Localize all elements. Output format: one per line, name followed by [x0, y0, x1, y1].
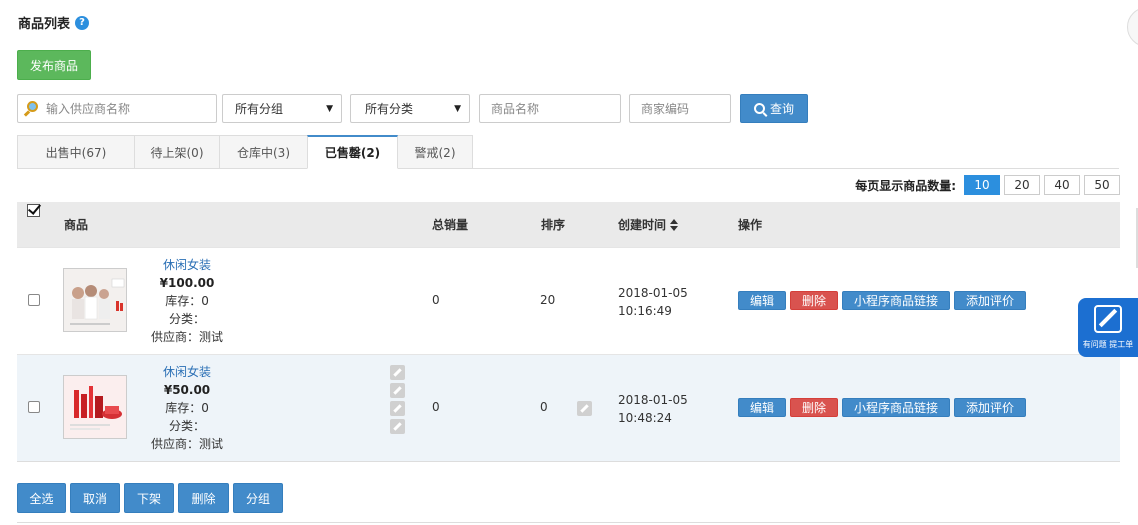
query-button-label: 查询 [769, 102, 794, 116]
add-review-button[interactable]: 添加评价 [954, 398, 1027, 417]
product-thumbnail[interactable] [63, 268, 127, 332]
tab-alert[interactable]: 警戒(2) [397, 135, 473, 169]
product-category: 分类： [169, 419, 206, 433]
created-time: 2018-01-05 10:16:49 [618, 284, 688, 320]
page-size-option[interactable]: 20 [1004, 175, 1040, 195]
header-product: 商品 [64, 218, 89, 232]
page-size-option[interactable]: 10 [964, 175, 1000, 195]
row-checkbox[interactable] [28, 401, 40, 413]
product-supplier: 供应商：测试 [151, 330, 224, 344]
product-info: 休闲女装 ¥50.00 库存：0 分类： 供应商：测试 [151, 363, 223, 453]
sort-icon [670, 218, 679, 231]
created-date: 2018-01-05 [618, 393, 688, 407]
product-info: 休闲女装 ¥100.00 库存：0 分类： 供应商：测试 [151, 256, 223, 346]
sort-order: 20 [540, 293, 556, 307]
page-title: 商品列表 ? [18, 13, 90, 32]
header-created-label: 创建时间 [618, 218, 667, 232]
select-all-button[interactable]: 全选 [17, 483, 66, 513]
footer-divider [17, 522, 1120, 523]
row-checkbox[interactable] [28, 294, 40, 306]
edit-button[interactable]: 编辑 [738, 291, 787, 310]
created-clock: 10:16:49 [618, 304, 672, 318]
created-date: 2018-01-05 [618, 286, 688, 300]
pencil-icon[interactable] [390, 365, 405, 380]
delete-button[interactable]: 删除 [790, 291, 839, 310]
edit-order-icon[interactable] [577, 401, 592, 416]
merchant-code-input[interactable]: 商家编码 [629, 94, 731, 123]
product-supplier: 供应商：测试 [151, 437, 224, 451]
sort-order: 0 [540, 400, 548, 414]
product-table: 商品 总销量 排序 创建时间 操作 休闲女装 ¥100.00 库存：0 分类： … [17, 202, 1120, 462]
group-select-value: 所有分组 [235, 102, 284, 116]
product-name-input[interactable]: 商品名称 [479, 94, 621, 123]
product-category: 分类： [169, 312, 206, 326]
bulk-actions: 全选 取消 下架 删除 分组 [17, 483, 283, 513]
table-row: 休闲女装 ¥50.00 库存：0 分类： 供应商：测试 0 0 2018-01-… [17, 354, 1120, 461]
pencil-icon[interactable] [390, 419, 405, 434]
checkbox-checked-icon [27, 203, 40, 217]
product-thumbnail[interactable] [63, 375, 127, 439]
take-offline-button[interactable]: 下架 [124, 483, 174, 513]
created-time: 2018-01-05 10:48:24 [618, 391, 688, 427]
page-size-label: 每页显示商品数量: [855, 178, 956, 193]
feedback-label: 有问题 提工单 [1082, 340, 1134, 349]
header-actions: 操作 [738, 218, 763, 232]
product-price: ¥50.00 [163, 383, 211, 397]
publish-product-button[interactable]: 发布商品 [17, 50, 91, 80]
merchant-code-placeholder: 商家编码 [641, 102, 690, 116]
product-name-link[interactable]: 休闲女装 [163, 363, 211, 381]
edit-icon [1094, 305, 1122, 333]
header-order: 排序 [541, 218, 566, 232]
product-name-placeholder: 商品名称 [491, 102, 540, 116]
query-button[interactable]: 查询 [740, 94, 808, 123]
chevron-down-icon: ▼ [326, 103, 333, 114]
status-tabs: 出售中(67) 待上架(0) 仓库中(3) 已售罄(2) 警戒(2) [17, 135, 473, 169]
total-sales: 0 [432, 293, 440, 307]
bulk-delete-button[interactable]: 删除 [178, 483, 229, 513]
page-title-text: 商品列表 [18, 17, 71, 32]
group-select[interactable]: 所有分组 ▼ [222, 94, 342, 123]
magnifier-icon [23, 100, 40, 117]
table-row: 休闲女装 ¥100.00 库存：0 分类： 供应商：测试 0 20 2018-0… [17, 247, 1120, 354]
table-header: 商品 总销量 排序 创建时间 操作 [17, 202, 1120, 247]
edit-button[interactable]: 编辑 [738, 398, 787, 417]
chevron-down-icon: ▼ [454, 103, 461, 114]
row-actions: 编辑 删除 小程序商品链接 添加评价 [738, 291, 1027, 310]
product-name-link[interactable]: 休闲女装 [163, 256, 211, 274]
inline-edit-column [390, 365, 405, 434]
page-size-option[interactable]: 40 [1044, 175, 1080, 195]
group-button[interactable]: 分组 [233, 483, 283, 513]
corner-button[interactable] [1127, 7, 1138, 47]
help-icon[interactable]: ? [75, 15, 90, 30]
page-size-selector: 每页显示商品数量: 10 20 40 50 [855, 175, 1120, 195]
tab-pending[interactable]: 待上架(0) [134, 135, 220, 169]
tab-sold-out[interactable]: 已售罄(2) [307, 135, 398, 169]
total-sales: 0 [432, 400, 440, 414]
pencil-icon[interactable] [390, 401, 405, 416]
header-created[interactable]: 创建时间 [618, 202, 679, 247]
supplier-search-input[interactable]: 输入供应商名称 [17, 94, 217, 123]
select-all-checkbox[interactable] [27, 202, 43, 218]
category-select[interactable]: 所有分类 ▼ [350, 94, 470, 123]
delete-button[interactable]: 删除 [790, 398, 839, 417]
product-stock: 库存：0 [165, 294, 209, 308]
tab-warehouse[interactable]: 仓库中(3) [219, 135, 308, 169]
cancel-button[interactable]: 取消 [70, 483, 120, 513]
row-actions: 编辑 删除 小程序商品链接 添加评价 [738, 398, 1027, 417]
product-stock: 库存：0 [165, 401, 209, 415]
created-clock: 10:48:24 [618, 411, 672, 425]
add-review-button[interactable]: 添加评价 [954, 291, 1027, 310]
category-select-value: 所有分类 [365, 102, 414, 116]
mini-program-link-button[interactable]: 小程序商品链接 [842, 291, 951, 310]
search-icon [753, 103, 765, 114]
product-price: ¥100.00 [159, 276, 215, 290]
tab-on-sale[interactable]: 出售中(67) [17, 135, 135, 169]
header-sales: 总销量 [432, 218, 469, 232]
page-size-option[interactable]: 50 [1084, 175, 1120, 195]
feedback-widget[interactable]: 有问题 提工单 [1078, 298, 1138, 357]
supplier-placeholder: 输入供应商名称 [46, 102, 131, 116]
mini-program-link-button[interactable]: 小程序商品链接 [842, 398, 951, 417]
pencil-icon[interactable] [390, 383, 405, 398]
